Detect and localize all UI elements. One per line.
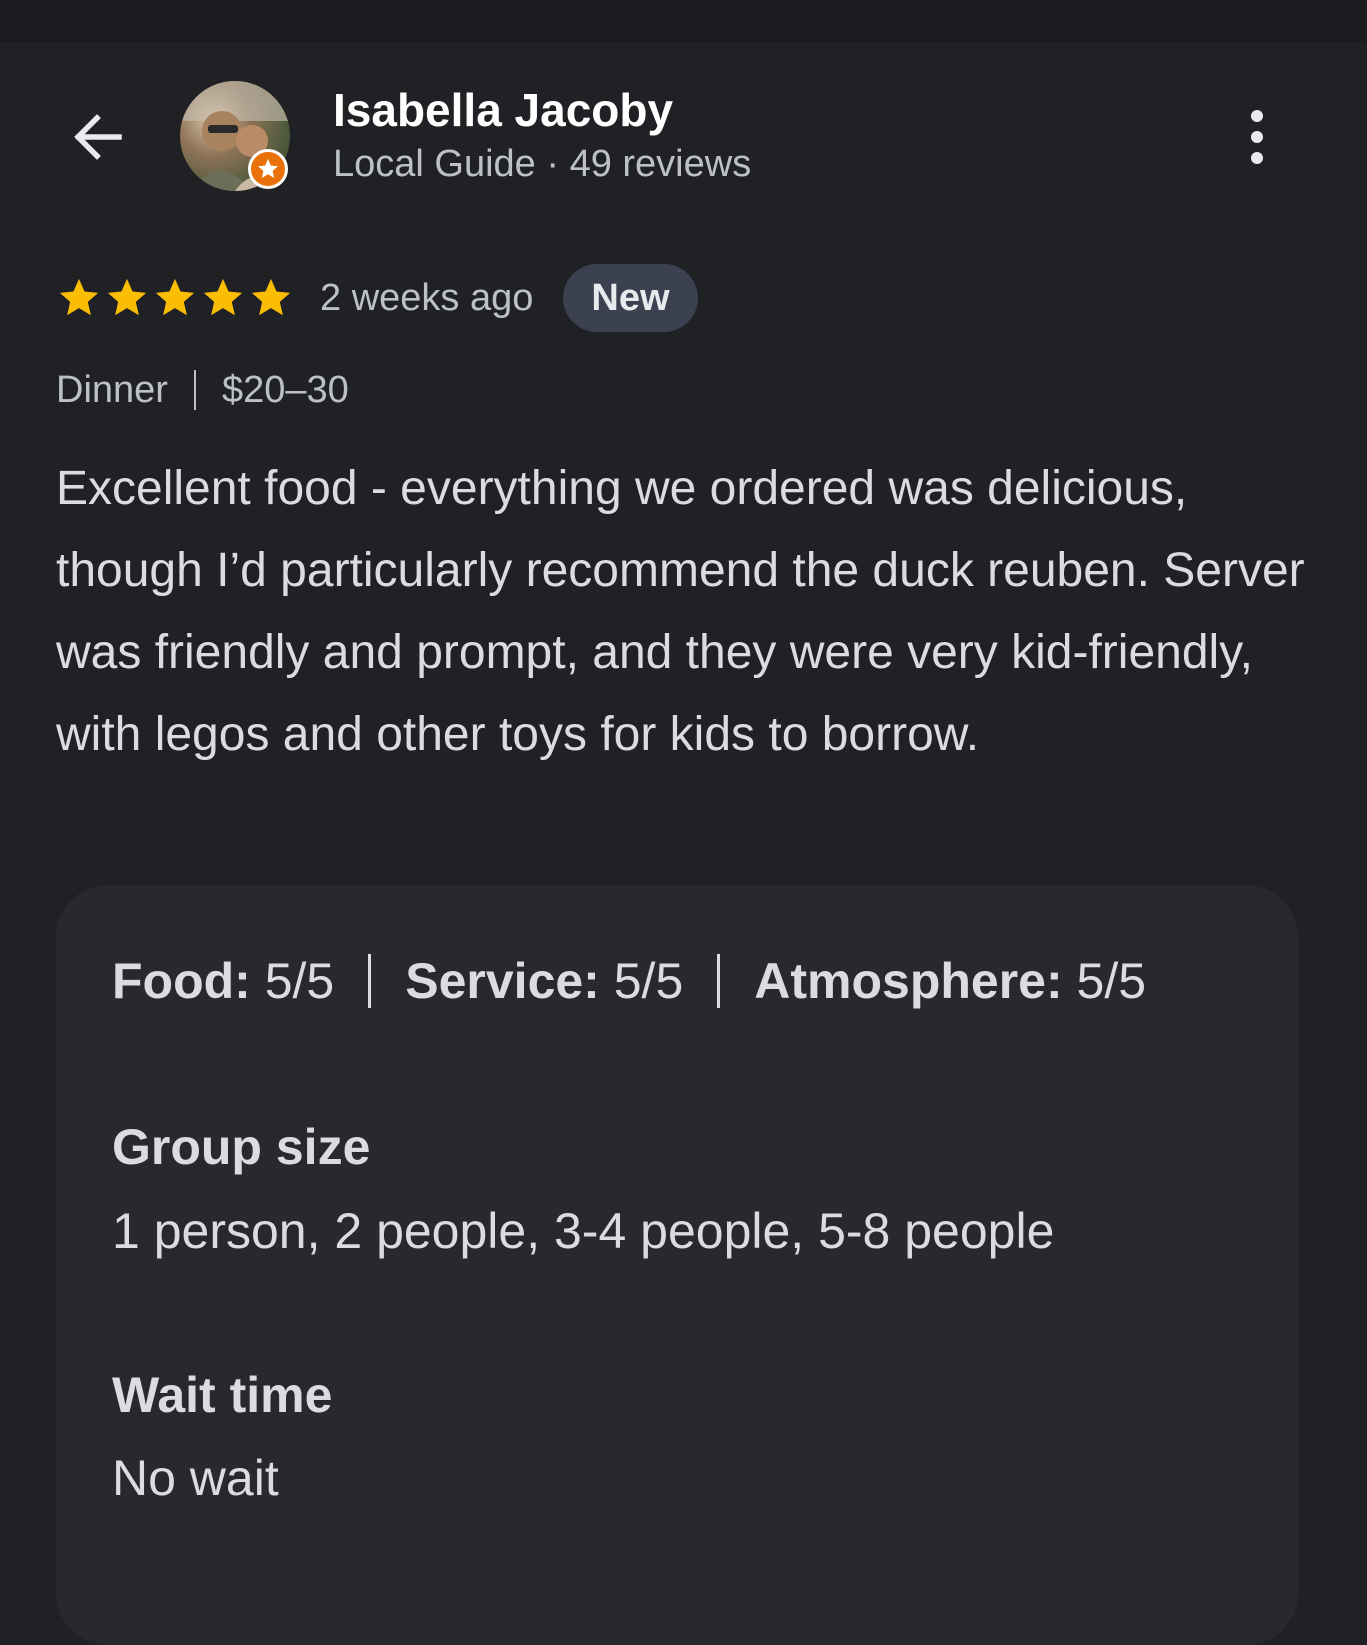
more-vert-dot (1251, 152, 1263, 164)
back-arrow-icon (74, 114, 122, 160)
star-icon (203, 278, 243, 316)
star-icon (59, 278, 99, 316)
more-vert-icon (1251, 110, 1263, 122)
review-text: Excellent food - everything we ordered w… (56, 462, 1305, 761)
divider (193, 370, 196, 410)
wait-time-value: No wait (112, 1450, 279, 1506)
visit-meta: Dinner $20–30 (56, 366, 349, 414)
more-options-button[interactable] (1233, 100, 1281, 174)
status-bar (0, 0, 1367, 42)
food-rating-label: Food: (112, 953, 251, 1009)
star-icon (251, 278, 291, 316)
reviewer-name[interactable]: Isabella Jacoby (333, 84, 673, 136)
review-details-card: Food: 5/5 Service: 5/5 Atmosphere: 5/5 G… (56, 885, 1298, 1645)
divider (717, 954, 721, 1008)
service-rating-value: 5/5 (613, 953, 684, 1009)
reviewer-meta: Local Guide · 49 reviews (333, 143, 752, 185)
wait-time-heading: Wait time (112, 1367, 333, 1423)
more-vert-dot (1251, 131, 1263, 143)
star-icon (107, 278, 147, 316)
group-size-heading: Group size (112, 1119, 371, 1175)
category-ratings: Food: 5/5 Service: 5/5 Atmosphere: 5/5 (112, 951, 1146, 1011)
atmosphere-rating-value: 5/5 (1076, 953, 1147, 1009)
avatar[interactable] (180, 81, 290, 191)
local-guide-star-icon (248, 149, 288, 189)
group-size-value: 1 person, 2 people, 3-4 people, 5-8 peop… (112, 1203, 1055, 1259)
new-badge: New (563, 264, 698, 332)
star-icon (155, 278, 195, 316)
atmosphere-rating-label: Atmosphere: (754, 953, 1063, 1009)
meal-type: Dinner (56, 369, 168, 411)
service-rating-label: Service: (405, 953, 600, 1009)
back-button[interactable] (60, 100, 134, 174)
price-range: $20–30 (221, 369, 349, 411)
food-rating-value: 5/5 (264, 953, 335, 1009)
star-rating (56, 275, 294, 321)
divider (368, 954, 372, 1008)
review-date: 2 weeks ago (320, 276, 534, 319)
rating-row: 2 weeks ago New (56, 264, 698, 332)
